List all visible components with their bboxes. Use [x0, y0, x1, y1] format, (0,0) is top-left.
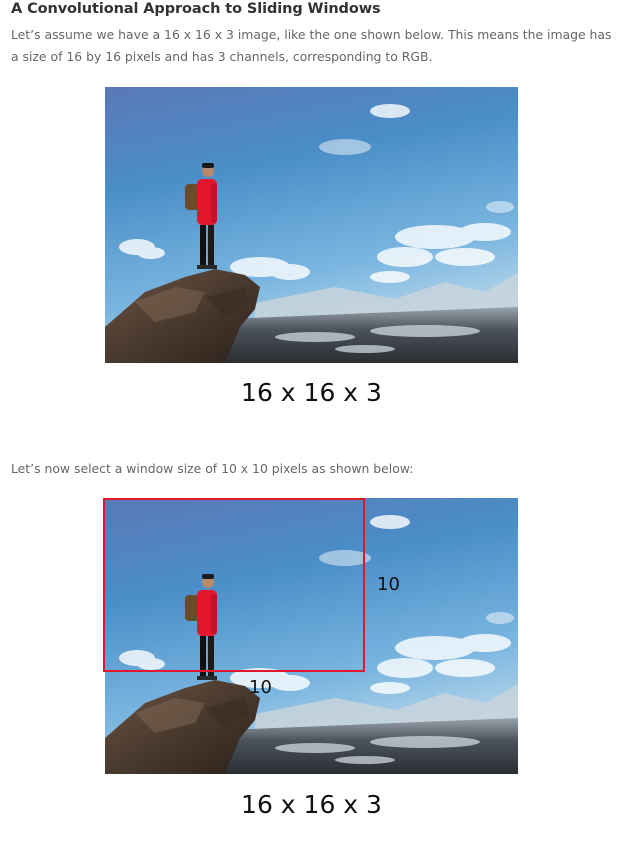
hiker-on-cliff-image — [105, 87, 518, 363]
window-width-label: 10 — [249, 677, 272, 698]
image-dimensions-caption-2: 16 x 16 x 3 — [241, 790, 382, 819]
intro-paragraph: Let’s assume we have a 16 x 16 x 3 image… — [11, 27, 612, 64]
section-heading: A Convolutional Approach to Sliding Wind… — [11, 1, 381, 17]
sliding-window-box — [103, 498, 365, 672]
window-size-paragraph: Let’s now select a window size of 10 x 1… — [11, 461, 414, 476]
image-dimensions-caption: 16 x 16 x 3 — [241, 378, 382, 407]
hiker-photo — [105, 87, 518, 363]
window-height-label: 10 — [377, 574, 400, 595]
